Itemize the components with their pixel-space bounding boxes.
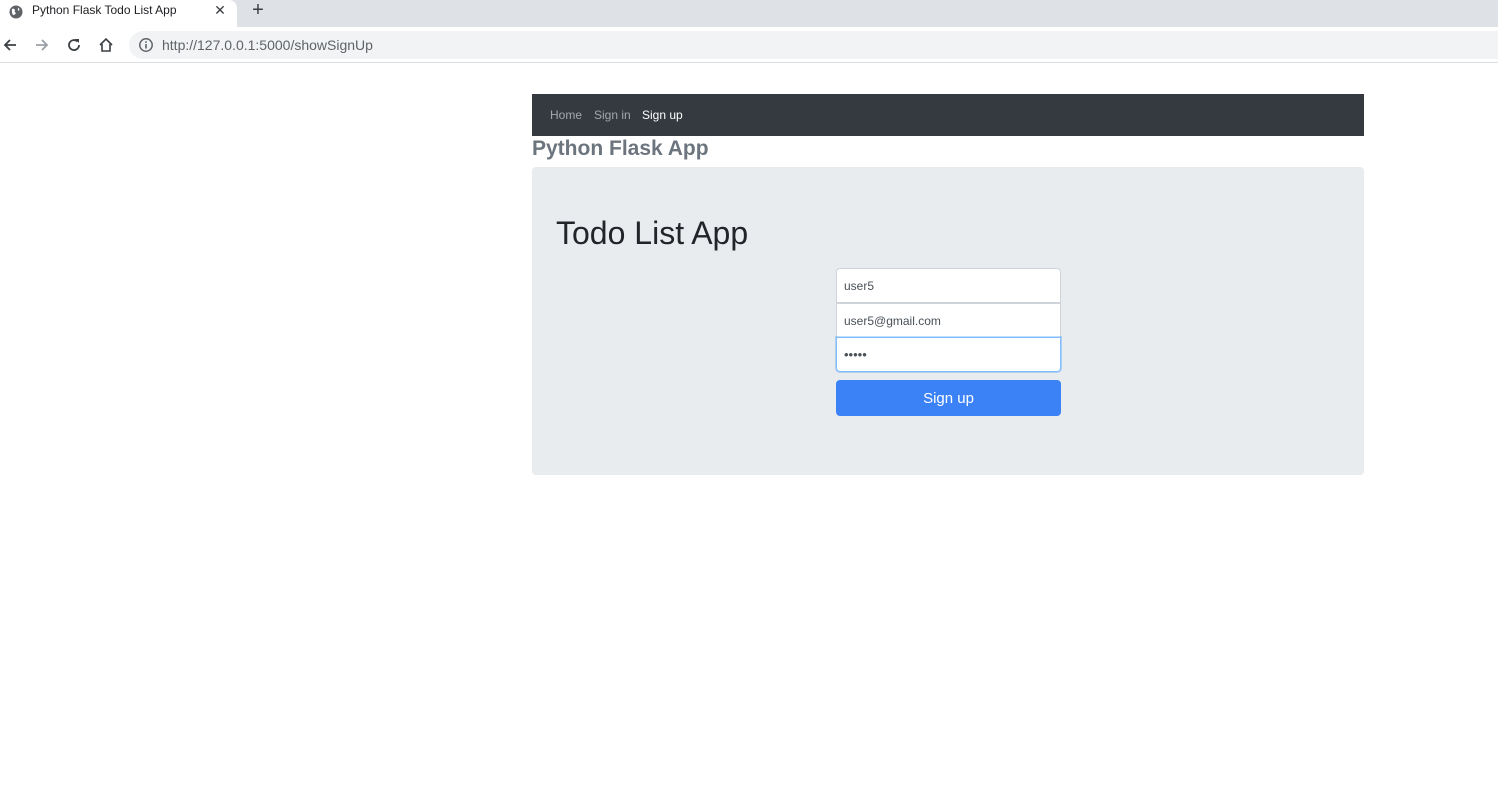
close-icon[interactable]: ✕ xyxy=(212,2,228,18)
email-field[interactable] xyxy=(836,303,1061,338)
browser-tab[interactable]: Python Flask Todo List App ✕ xyxy=(0,0,237,27)
sign-up-button[interactable]: Sign up xyxy=(836,380,1061,416)
site-navbar: Home Sign in Sign up xyxy=(532,94,1364,136)
nav-link-sign-up[interactable]: Sign up xyxy=(642,108,683,122)
home-icon[interactable] xyxy=(96,35,116,55)
nav-link-sign-in[interactable]: Sign in xyxy=(594,108,631,122)
username-field[interactable] xyxy=(836,268,1061,303)
back-arrow-icon[interactable] xyxy=(0,35,20,55)
tab-title: Python Flask Todo List App xyxy=(32,3,177,17)
site-brand: Python Flask App xyxy=(532,137,709,160)
jumbotron: Todo List App Sign up xyxy=(532,167,1364,475)
browser-tabstrip: Python Flask Todo List App ✕ + xyxy=(0,0,1498,27)
password-field[interactable] xyxy=(836,337,1061,372)
new-tab-button[interactable]: + xyxy=(248,0,268,20)
forward-arrow-icon[interactable] xyxy=(32,35,52,55)
reload-icon[interactable] xyxy=(64,35,84,55)
globe-icon xyxy=(8,4,24,20)
url-text: http://127.0.0.1:5000/showSignUp xyxy=(162,37,373,53)
info-icon[interactable] xyxy=(138,37,154,53)
browser-toolbar: http://127.0.0.1:5000/showSignUp xyxy=(0,27,1498,63)
page-title: Todo List App xyxy=(556,215,749,251)
address-bar[interactable]: http://127.0.0.1:5000/showSignUp xyxy=(129,31,1498,59)
nav-link-home[interactable]: Home xyxy=(550,108,582,122)
